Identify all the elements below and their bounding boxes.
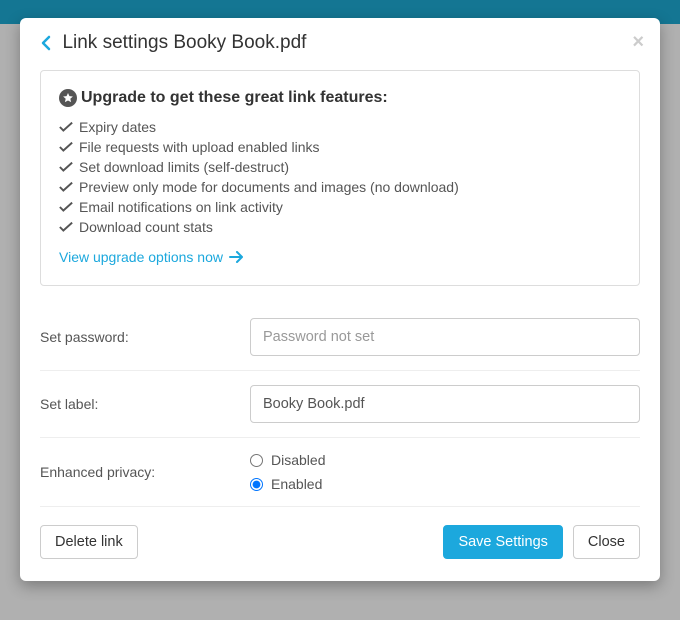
arrow-right-icon [229, 251, 243, 263]
set-label-label: Set label: [40, 396, 250, 412]
modal-header: Link settings Booky Book.pdf × [20, 18, 660, 70]
feature-item: Set download limits (self-destruct) [59, 157, 621, 177]
modal-footer: Delete link Save Settings Close [40, 506, 640, 561]
feature-item: Email notifications on link activity [59, 197, 621, 217]
privacy-disabled-option[interactable]: Disabled [250, 452, 640, 468]
privacy-label: Enhanced privacy: [40, 464, 250, 480]
privacy-disabled-radio[interactable] [250, 454, 263, 467]
feature-item: Preview only mode for documents and imag… [59, 177, 621, 197]
modal-title: Link settings Booky Book.pdf [62, 32, 306, 54]
feature-text: Download count stats [79, 219, 213, 235]
feature-text: Set download limits (self-destruct) [79, 159, 289, 175]
check-icon [59, 181, 73, 193]
upgrade-link[interactable]: View upgrade options now [59, 249, 243, 265]
back-arrow-icon[interactable] [40, 35, 52, 51]
app-background: Link settings Booky Book.pdf × Upgrade t… [0, 0, 680, 620]
close-button[interactable]: Close [573, 525, 640, 559]
feature-text: Expiry dates [79, 119, 156, 135]
upgrade-heading: Upgrade to get these great link features… [59, 89, 621, 107]
privacy-enabled-option[interactable]: Enabled [250, 476, 640, 492]
upgrade-panel: Upgrade to get these great link features… [40, 70, 640, 286]
star-badge-icon [59, 89, 77, 107]
check-icon [59, 201, 73, 213]
privacy-enabled-radio[interactable] [250, 478, 263, 491]
password-label: Set password: [40, 329, 250, 345]
feature-item: File requests with upload enabled links [59, 137, 621, 157]
privacy-row: Enhanced privacy: Disabled Enabled [40, 437, 640, 506]
label-input[interactable] [250, 385, 640, 423]
privacy-radio-group: Disabled Enabled [250, 452, 640, 492]
check-icon [59, 221, 73, 233]
feature-text: File requests with upload enabled links [79, 139, 319, 155]
feature-item: Download count stats [59, 217, 621, 237]
privacy-disabled-text: Disabled [271, 452, 325, 468]
feature-list: Expiry dates File requests with upload e… [59, 117, 621, 237]
feature-item: Expiry dates [59, 117, 621, 137]
upgrade-link-text: View upgrade options now [59, 249, 223, 265]
privacy-enabled-text: Enabled [271, 476, 322, 492]
password-input[interactable] [250, 318, 640, 356]
link-settings-modal: Link settings Booky Book.pdf × Upgrade t… [20, 18, 660, 581]
close-icon[interactable]: × [632, 32, 644, 52]
password-row: Set password: [40, 304, 640, 370]
feature-text: Preview only mode for documents and imag… [79, 179, 459, 195]
check-icon [59, 121, 73, 133]
save-settings-button[interactable]: Save Settings [443, 525, 562, 559]
upgrade-heading-text: Upgrade to get these great link features… [81, 89, 388, 107]
delete-link-button[interactable]: Delete link [40, 525, 138, 559]
check-icon [59, 161, 73, 173]
check-icon [59, 141, 73, 153]
modal-body: Upgrade to get these great link features… [20, 70, 660, 581]
label-row: Set label: [40, 370, 640, 437]
feature-text: Email notifications on link activity [79, 199, 283, 215]
